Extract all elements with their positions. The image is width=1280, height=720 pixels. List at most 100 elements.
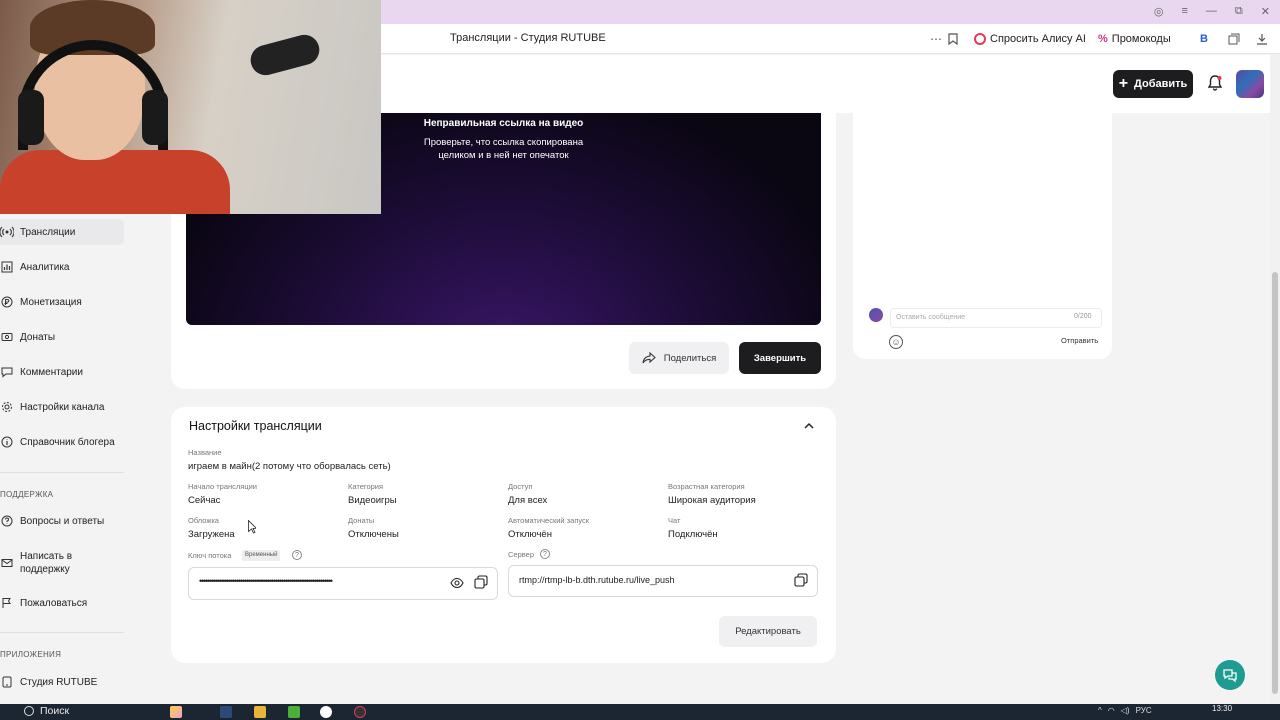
field-value: Сейчас <box>188 495 221 506</box>
sidebar-item-monetization[interactable]: Монетизация <box>0 289 124 315</box>
chat-send-button[interactable]: Отправить <box>1061 336 1098 345</box>
sidebar <box>0 214 140 704</box>
stream-key-value: ••••••••••••••••••••••••••••••••••••••••… <box>199 576 333 586</box>
sidebar-divider <box>0 632 124 633</box>
taskbar-clock[interactable]: 13:30 <box>1212 704 1232 713</box>
bookmark-icon[interactable] <box>948 29 958 49</box>
more-icon[interactable]: ⋯ <box>930 29 942 49</box>
help-icon[interactable]: ? <box>292 550 302 560</box>
file-explorer-icon[interactable] <box>254 706 266 718</box>
copy-icon[interactable] <box>474 575 488 589</box>
chevron-up-icon[interactable] <box>803 420 815 432</box>
field-value: Загружена <box>188 529 235 540</box>
widgets-icon[interactable] <box>170 706 182 718</box>
menu-icon[interactable]: ≡ <box>1182 5 1188 18</box>
sidebar-item-label: Написать в поддержку <box>20 551 73 575</box>
comment-icon <box>0 365 14 379</box>
field-label: Доступ <box>508 482 533 491</box>
vk-extension-icon[interactable]: B <box>1200 29 1208 49</box>
server-label: Сервер <box>508 550 535 559</box>
share-button-label: Поделиться <box>663 352 717 364</box>
user-avatar[interactable] <box>1236 70 1264 98</box>
help-icon <box>0 514 14 528</box>
field-label: Донаты <box>348 516 375 525</box>
info-icon <box>0 435 14 449</box>
sidebar-item-label: Справочник блогера <box>20 436 115 448</box>
collections-icon[interactable] <box>1228 29 1240 49</box>
restore-icon[interactable]: ⧉ <box>1235 5 1243 18</box>
yandex-browser-icon[interactable] <box>320 706 332 718</box>
taskbar-search[interactable]: Поиск <box>24 705 69 717</box>
tab-title: Трансляции - Студия RUTUBE <box>450 32 606 44</box>
language-indicator[interactable]: РУС <box>1136 706 1152 715</box>
plus-icon: + <box>1118 75 1129 92</box>
task-view-icon[interactable] <box>220 706 232 718</box>
finish-stream-button[interactable]: Завершить <box>739 342 821 374</box>
field-label: Начало трансляции <box>188 482 257 491</box>
minecraft-icon[interactable] <box>288 706 300 718</box>
field-value: Отключён <box>508 529 552 540</box>
sidebar-item-comments[interactable]: Комментарии <box>0 359 124 385</box>
sidebar-item-channel-settings[interactable]: Настройки канала <box>0 394 124 420</box>
shield-icon[interactable]: ◎ <box>1154 5 1164 18</box>
webcam-shirt <box>0 150 230 214</box>
support-chat-button[interactable] <box>1215 660 1245 690</box>
search-icon <box>24 706 34 716</box>
apps-section-header: ПРИЛОЖЕНИЯ <box>0 650 62 659</box>
field-value: Для всех <box>508 495 548 506</box>
headset-earcup <box>18 90 44 145</box>
mouse-cursor-icon <box>248 520 256 534</box>
emoji-icon[interactable]: ☺ <box>889 335 903 349</box>
sidebar-item-label: Вопросы и ответы <box>20 515 105 527</box>
eye-icon[interactable] <box>450 576 464 590</box>
share-button[interactable]: Поделиться <box>629 342 729 374</box>
volume-icon[interactable]: ◁) <box>1121 706 1130 715</box>
chat-bubbles-icon <box>1223 669 1237 683</box>
field-value: Видеоигры <box>348 495 397 506</box>
sidebar-item-blogger-guide[interactable]: Справочник блогера <box>0 429 124 455</box>
minimize-icon[interactable]: — <box>1206 5 1217 18</box>
obs-icon[interactable] <box>354 706 366 718</box>
sidebar-item-label: Настройки канала <box>20 401 105 413</box>
ask-alice-button[interactable]: Спросить Алису AI <box>974 29 1086 49</box>
chart-icon <box>0 260 14 274</box>
sidebar-item-contact-support[interactable]: Написать в поддержку <box>0 549 124 577</box>
flag-icon <box>0 596 14 610</box>
sidebar-item-donations[interactable]: Донаты <box>0 324 124 350</box>
chevron-up-icon[interactable]: ^ <box>1098 706 1102 715</box>
chat-user-avatar <box>869 308 883 322</box>
chat-char-counter: 0/200 <box>1074 313 1092 320</box>
field-label: Возрастная категория <box>668 482 745 491</box>
server-url-value: rtmp://rtmp-lb-b.dth.rutube.ru/live_push <box>519 575 675 585</box>
webcam-background-object <box>247 31 323 79</box>
download-icon[interactable] <box>1256 29 1268 49</box>
alice-icon <box>974 33 986 45</box>
edit-button[interactable]: Редактировать <box>719 616 817 647</box>
wifi-icon[interactable]: ◠ <box>1108 706 1115 715</box>
bell-icon[interactable] <box>1206 74 1224 92</box>
sidebar-item-label: Монетизация <box>20 296 82 308</box>
sidebar-item-report[interactable]: Пожаловаться <box>0 590 124 616</box>
percent-icon: % <box>1098 33 1108 45</box>
field-label-name: Название <box>188 448 222 457</box>
field-value: Отключены <box>348 529 399 540</box>
help-icon[interactable]: ? <box>540 549 550 559</box>
promo-button[interactable]: % Промокоды <box>1098 29 1171 49</box>
field-value: Подключён <box>668 529 718 540</box>
copy-icon[interactable] <box>794 573 808 587</box>
close-icon[interactable]: ✕ <box>1261 5 1270 18</box>
sidebar-item-label: Комментарии <box>20 366 83 378</box>
sidebar-item-analytics[interactable]: Аналитика <box>0 254 124 280</box>
add-button[interactable]: + Добавить <box>1113 70 1193 98</box>
sidebar-item-label: Пожаловаться <box>20 597 88 609</box>
mail-icon <box>0 556 14 570</box>
page-scrollbar-thumb[interactable] <box>1272 272 1278 694</box>
sidebar-item-faq[interactable]: Вопросы и ответы <box>0 508 124 534</box>
sidebar-item-label: Аналитика <box>20 261 70 273</box>
sidebar-item-broadcasts[interactable]: Трансляции <box>0 219 124 245</box>
taskbar-search-label: Поиск <box>40 705 70 717</box>
sidebar-item-label: Донаты <box>20 331 56 343</box>
temporary-badge: Временный <box>242 550 281 561</box>
sidebar-divider <box>0 472 124 473</box>
sidebar-item-studio-app[interactable]: Студия RUTUBE <box>0 669 124 695</box>
